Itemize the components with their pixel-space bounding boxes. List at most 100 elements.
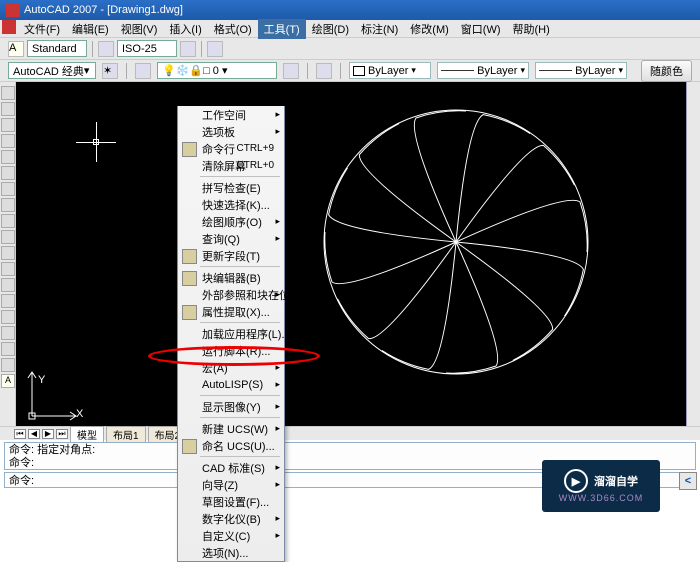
menu-shortcut: CTRL+0	[236, 160, 274, 171]
menu-item-12[interactable]: 外部参照和块在位编辑▸	[178, 286, 284, 303]
menu-item-0[interactable]: 工作空间▸	[178, 106, 284, 123]
menu-item-18[interactable]: AutoLISP(S)▸	[178, 376, 284, 393]
gradient-icon[interactable]	[1, 326, 15, 340]
menu-window[interactable]: 窗口(W)	[455, 19, 507, 39]
ellipse-icon[interactable]	[1, 230, 15, 244]
text-style-icon[interactable]: A	[8, 41, 24, 57]
menu-item-25[interactable]: CAD 标准(S)▸	[178, 459, 284, 476]
linetype-select[interactable]: ByLayer▾	[437, 62, 529, 79]
menu-item-label: 显示图像(Y)	[202, 399, 261, 415]
tab-nav-first[interactable]: ⏮	[14, 429, 26, 439]
menu-item-label: 属性提取(X)...	[202, 304, 270, 320]
window-title: AutoCAD 2007 - [Drawing1.dwg]	[24, 4, 183, 16]
circle-icon[interactable]	[1, 182, 15, 196]
menu-separator	[200, 417, 280, 418]
point-icon[interactable]	[1, 294, 15, 308]
menu-item-26[interactable]: 向导(Z)▸	[178, 476, 284, 493]
menu-item-7[interactable]: 绘图顺序(O)▸	[178, 213, 284, 230]
ellipse-arc-icon[interactable]	[1, 246, 15, 260]
drawing-canvas[interactable]: Y X	[16, 82, 700, 426]
tab-nav-prev[interactable]: ◀	[28, 429, 40, 439]
menu-item-17[interactable]: 宏(A)▸	[178, 359, 284, 376]
menu-item-29[interactable]: 自定义(C)▸	[178, 527, 284, 544]
submenu-arrow-icon: ▸	[275, 126, 280, 137]
menu-item-30[interactable]: 选项(N)...	[178, 544, 284, 561]
mtext-icon[interactable]: A	[1, 374, 15, 388]
menu-item-label: 草图设置(F)...	[202, 494, 269, 510]
menu-item-3[interactable]: 清除屏幕CTRL+0	[178, 157, 284, 174]
menu-item-1[interactable]: 选项板▸	[178, 123, 284, 140]
arc-icon[interactable]	[1, 166, 15, 180]
tab-nav-next[interactable]: ▶	[42, 429, 54, 439]
text-style-select[interactable]: Standard	[27, 40, 87, 57]
menu-view[interactable]: 视图(V)	[115, 19, 164, 39]
submenu-arrow-icon: ▸	[275, 233, 280, 244]
menu-item-label: 选项(N)...	[202, 545, 248, 561]
menu-item-label: 拼写检查(E)	[202, 180, 261, 196]
right-scrollbar[interactable]	[686, 82, 700, 426]
menu-bar: 文件(F) 编辑(E) 视图(V) 插入(I) 格式(O) 工具(T) 绘图(D…	[0, 20, 700, 38]
menu-item-28[interactable]: 数字化仪(B)▸	[178, 510, 284, 527]
menu-modify[interactable]: 修改(M)	[404, 19, 455, 39]
lineweight-select[interactable]: ByLayer▾	[535, 62, 627, 79]
ws-settings-icon[interactable]: ✶	[102, 63, 118, 79]
region-icon[interactable]	[1, 342, 15, 356]
submenu-arrow-icon: ▸	[275, 109, 280, 120]
block-icon[interactable]	[1, 278, 15, 292]
xline-icon[interactable]	[1, 102, 15, 116]
ucs-y-label: Y	[38, 374, 45, 386]
menu-draw[interactable]: 绘图(D)	[306, 19, 355, 39]
menu-item-15[interactable]: 加载应用程序(L)...	[178, 325, 284, 342]
polygon-icon[interactable]	[1, 134, 15, 148]
menu-item-label: 命令行	[202, 141, 235, 157]
insert-icon[interactable]	[1, 262, 15, 276]
tab-layout1[interactable]: 布局1	[106, 426, 146, 442]
menu-file[interactable]: 文件(F)	[18, 19, 66, 39]
layer-icon[interactable]	[135, 63, 151, 79]
color-override-button[interactable]: 随颜色	[641, 60, 692, 82]
menu-item-8[interactable]: 查询(Q)▸	[178, 230, 284, 247]
menu-item-label: 数字化仪(B)	[202, 511, 261, 527]
line-icon[interactable]	[1, 86, 15, 100]
spline-icon[interactable]	[1, 214, 15, 228]
menu-item-23[interactable]: 命名 UCS(U)...	[178, 437, 284, 454]
menu-item-20[interactable]: 显示图像(Y)▸	[178, 398, 284, 415]
menu-edit[interactable]: 编辑(E)	[66, 19, 115, 39]
menu-item-16[interactable]: 运行脚本(R)...	[178, 342, 284, 359]
layer-select[interactable]: 💡❄️🔒□ 0 ▾	[157, 62, 277, 79]
table-icon[interactable]	[1, 358, 15, 372]
dim-style-select[interactable]: ISO-25	[117, 40, 177, 57]
layer-states-icon[interactable]	[316, 63, 332, 79]
revcloud-icon[interactable]	[1, 198, 15, 212]
hatch-icon[interactable]	[1, 310, 15, 324]
layer-prev-icon[interactable]	[283, 63, 299, 79]
submenu-arrow-icon: ▸	[275, 530, 280, 541]
menu-item-5[interactable]: 拼写检查(E)	[178, 179, 284, 196]
tab-model[interactable]: 模型	[70, 426, 104, 442]
menu-help[interactable]: 帮助(H)	[507, 19, 556, 39]
menu-item-27[interactable]: 草图设置(F)...	[178, 493, 284, 510]
menu-item-label: 块编辑器(B)	[202, 270, 261, 286]
table-style-icon[interactable]	[207, 41, 223, 57]
menu-dim[interactable]: 标注(N)	[355, 19, 404, 39]
color-select[interactable]: ByLayer▾	[349, 62, 431, 79]
workspace-select[interactable]: AutoCAD 经典 ▾	[8, 62, 96, 79]
menu-item-13[interactable]: 属性提取(X)...	[178, 303, 284, 320]
menu-item-6[interactable]: 快速选择(K)...	[178, 196, 284, 213]
menu-shortcut: CTRL+9	[236, 143, 274, 154]
dim-edit-icon[interactable]	[180, 41, 196, 57]
menu-insert[interactable]: 插入(I)	[163, 19, 207, 39]
menu-item-9[interactable]: 更新字段(T)	[178, 247, 284, 264]
menu-tools[interactable]: 工具(T)	[258, 19, 306, 39]
menu-format[interactable]: 格式(O)	[208, 19, 258, 39]
pline-icon[interactable]	[1, 118, 15, 132]
menu-item-11[interactable]: 块编辑器(B)	[178, 269, 284, 286]
menu-item-2[interactable]: 命令行CTRL+9	[178, 140, 284, 157]
tab-nav-last[interactable]: ⏭	[56, 429, 68, 439]
rect-icon[interactable]	[1, 150, 15, 164]
menu-item-22[interactable]: 新建 UCS(W)▸	[178, 420, 284, 437]
doc-icon	[2, 20, 16, 34]
command-right-icon[interactable]: <	[679, 472, 697, 490]
drawing-spiral	[316, 102, 596, 382]
dim-style-icon[interactable]	[98, 41, 114, 57]
